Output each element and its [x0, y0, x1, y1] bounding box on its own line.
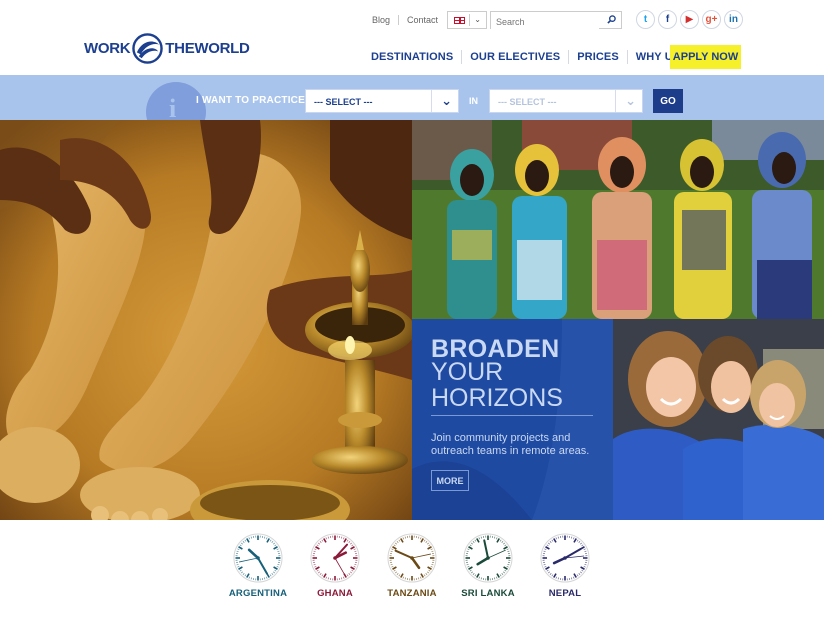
go-button[interactable]: GO — [653, 89, 683, 113]
twitter-icon[interactable]: t — [636, 10, 655, 29]
promo-body: Join community projects and outreach tea… — [431, 432, 590, 457]
hero-image-volunteers — [613, 319, 824, 520]
search-box — [490, 11, 622, 30]
divider — [431, 90, 432, 112]
blog-link[interactable]: Blog — [372, 15, 390, 25]
nav-prices[interactable]: PRICES — [569, 51, 627, 63]
search-icon[interactable] — [607, 15, 616, 24]
hero-image-massage — [0, 120, 412, 520]
utility-links: Blog Contact — [372, 11, 438, 29]
apply-now-button[interactable]: APPLY NOW — [670, 45, 741, 69]
divider — [398, 15, 400, 25]
clock-face-icon — [310, 533, 360, 583]
clock-city-label: TANZANIA — [387, 588, 437, 599]
nav-our-electives[interactable]: OUR ELECTIVES — [462, 51, 568, 63]
in-label: IN — [469, 96, 478, 106]
more-button[interactable]: MORE — [431, 470, 469, 491]
destination-select[interactable]: --- SELECT --- ⌄ — [489, 89, 643, 113]
promo-subtitle: YOUR HORIZONS — [431, 358, 563, 412]
hero-image-women-group — [412, 120, 824, 319]
clock-ghana[interactable]: GHANA — [305, 532, 365, 599]
google-plus-icon[interactable]: g+ — [702, 10, 721, 29]
massage-photo — [0, 120, 412, 520]
chevron-down-icon: ⌄ — [474, 15, 481, 24]
divider — [615, 90, 616, 112]
site-header: WORK THEWORLD Blog Contact ⌄ tf▶g+in DES… — [0, 0, 824, 75]
youtube-icon[interactable]: ▶ — [680, 10, 699, 29]
divider — [469, 14, 470, 26]
women-group-photo — [412, 120, 824, 319]
linkedin-icon[interactable]: in — [724, 10, 743, 29]
logo-text-theworld: THEWORLD — [165, 39, 250, 57]
uk-flag-icon — [454, 16, 465, 24]
clock-city-label: NEPAL — [548, 588, 582, 599]
language-selector[interactable]: ⌄ — [447, 11, 487, 29]
main-nav: DESTINATIONS OUR ELECTIVES PRICES WHY US… — [363, 44, 695, 70]
specialty-select[interactable]: --- SELECT --- ⌄ — [305, 89, 459, 113]
chevron-down-icon: ⌄ — [441, 93, 452, 108]
site-logo[interactable]: WORK THEWORLD — [84, 32, 250, 64]
specialty-select-value: --- SELECT --- — [314, 97, 373, 107]
facebook-icon[interactable]: f — [658, 10, 677, 29]
divider — [431, 415, 593, 416]
contact-link[interactable]: Contact — [407, 15, 438, 25]
clock-face-icon — [233, 533, 283, 583]
practice-label: I WANT TO PRACTICE — [196, 95, 305, 106]
clock-city-label: ARGENTINA — [228, 588, 288, 599]
practice-search-bar: i I WANT TO PRACTICE --- SELECT --- ⌄ IN… — [0, 75, 824, 120]
social-links: t f ▶ g+ in — [636, 10, 743, 29]
globe-logo-icon — [132, 32, 164, 64]
world-clocks: ARGENTINA GHANA TANZANIA SRI LANKA NEPAL — [0, 520, 824, 619]
destination-select-value: --- SELECT --- — [498, 97, 557, 107]
clock-face-icon — [387, 533, 437, 583]
clock-sri-lanka[interactable]: SRI LANKA — [458, 532, 518, 599]
volunteers-photo — [613, 319, 824, 520]
clock-argentina[interactable]: ARGENTINA — [228, 532, 288, 599]
clock-face-icon — [540, 533, 590, 583]
chevron-down-icon: ⌄ — [625, 93, 636, 108]
nav-destinations[interactable]: DESTINATIONS — [363, 51, 461, 63]
logo-text-work: WORK — [84, 39, 131, 57]
search-input[interactable] — [491, 14, 599, 30]
clock-face-icon — [463, 533, 513, 583]
clock-nepal[interactable]: NEPAL — [535, 532, 595, 599]
clock-tanzania[interactable]: TANZANIA — [382, 532, 442, 599]
clock-city-label: SRI LANKA — [461, 588, 515, 599]
promo-panel: BROADEN YOUR HORIZONS Join community pro… — [412, 319, 613, 520]
clock-city-label: GHANA — [317, 588, 353, 599]
